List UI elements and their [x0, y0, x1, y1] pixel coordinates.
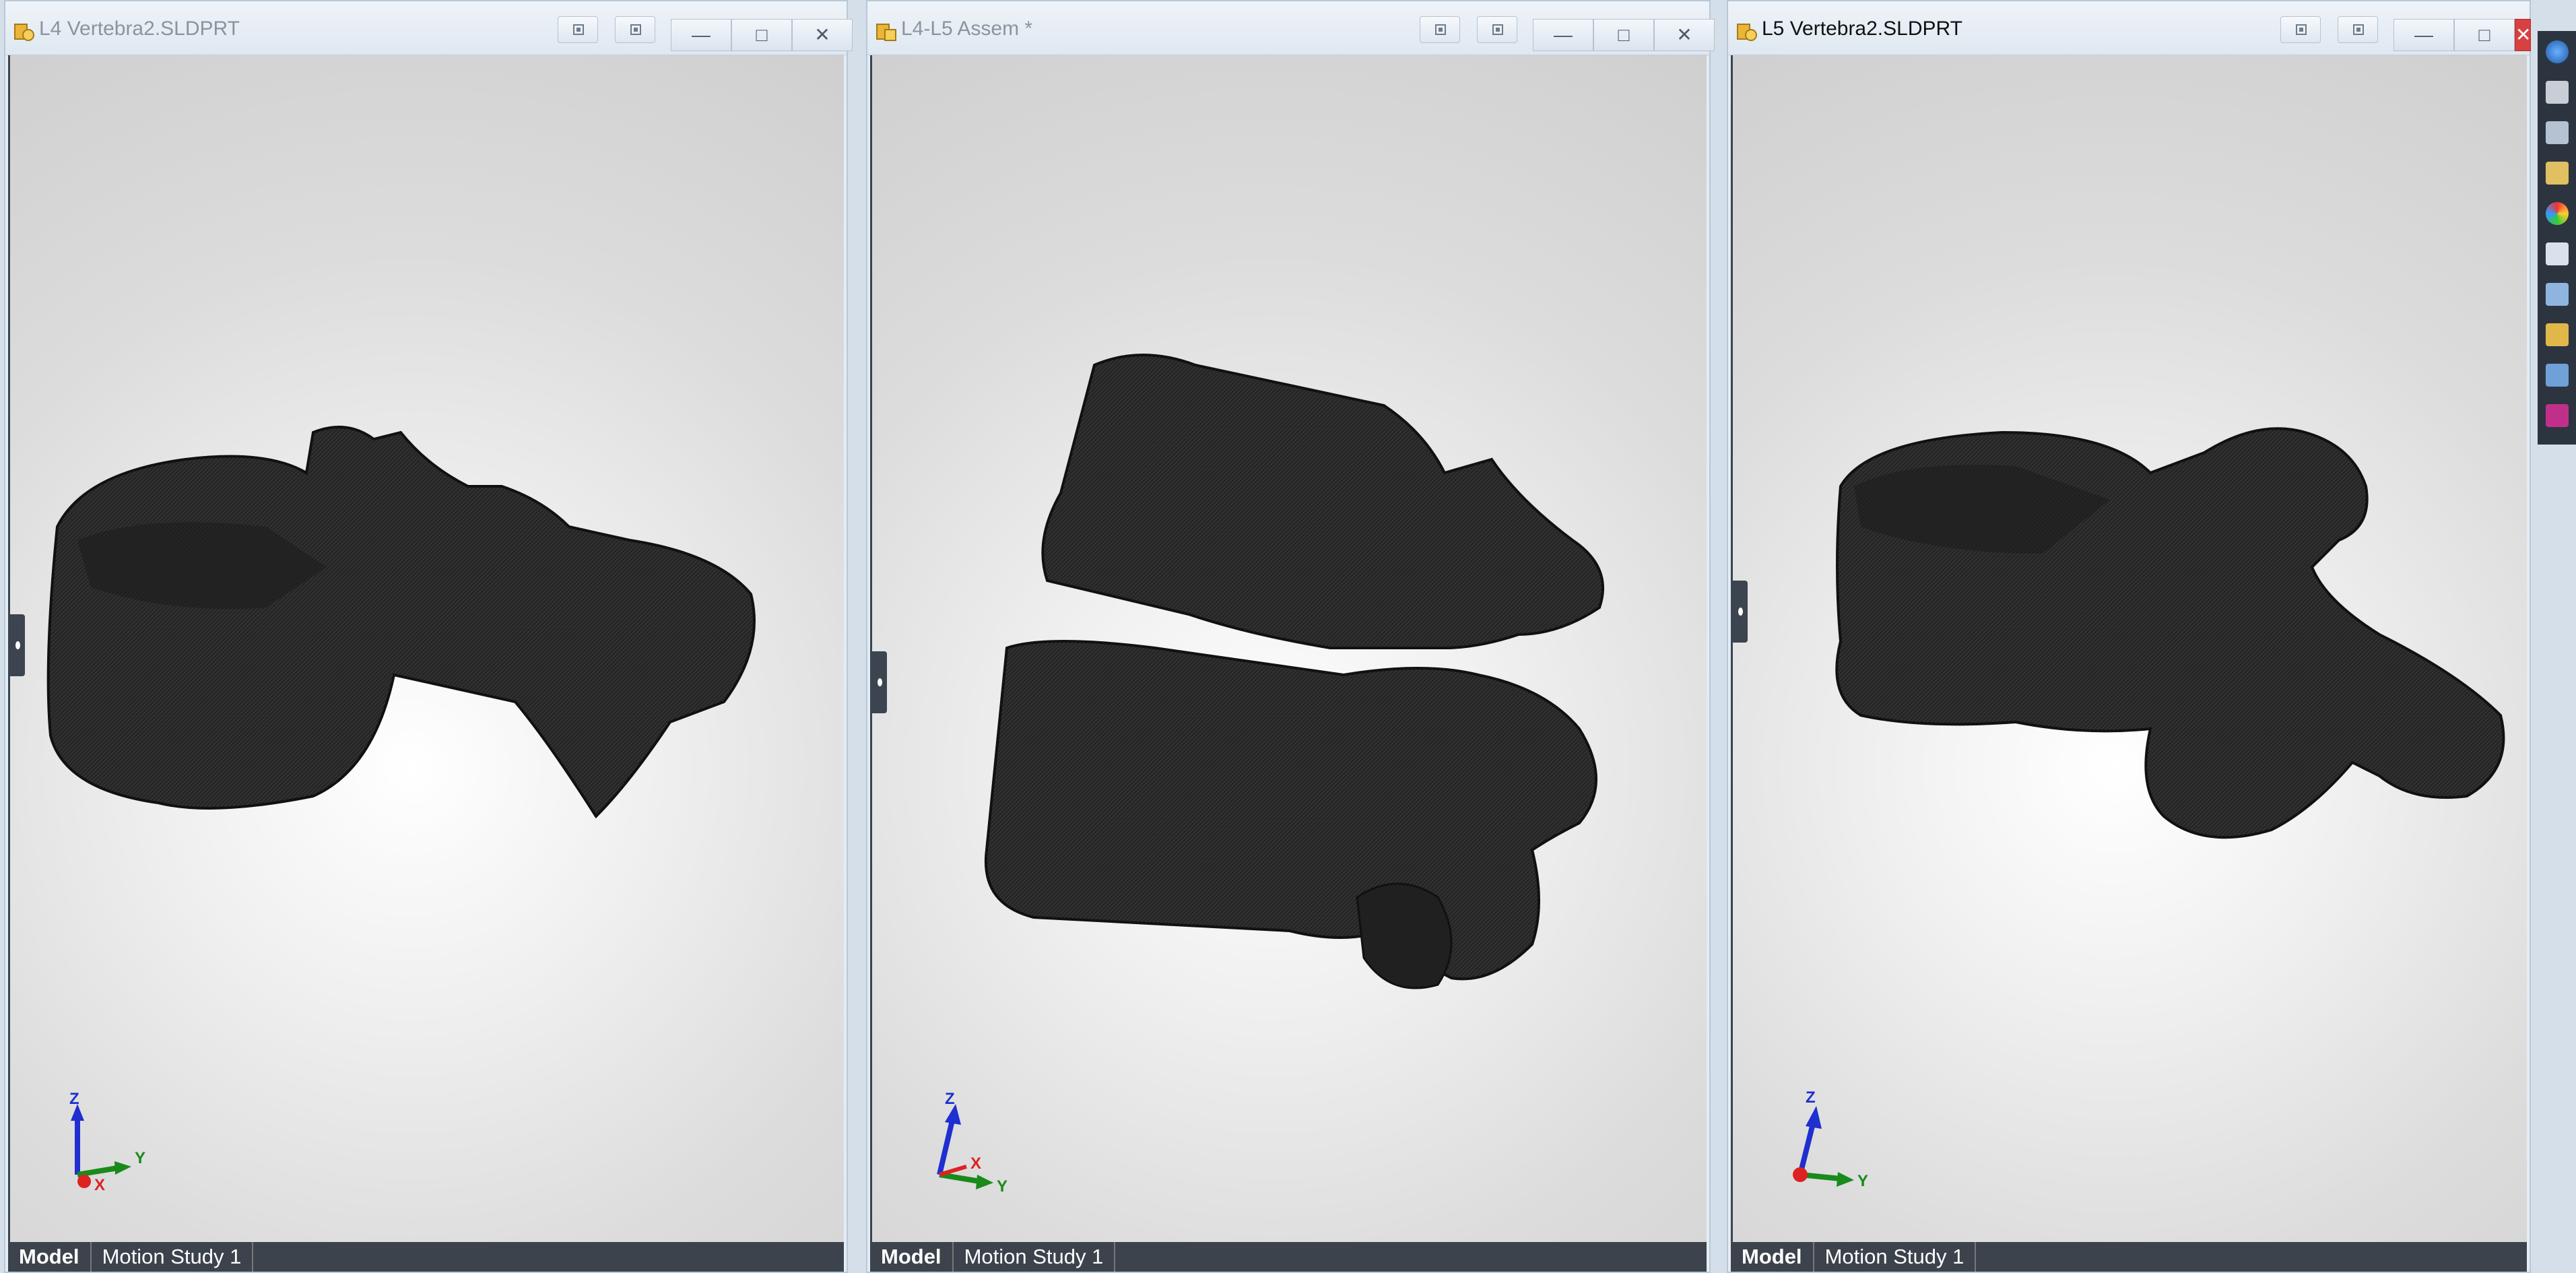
graphics-area[interactable]: Z Y X: [8, 55, 844, 1242]
y-axis-label: Y: [135, 1149, 146, 1167]
tile-vertical-button[interactable]: [1477, 16, 1517, 43]
restore-button[interactable]: □: [1593, 19, 1654, 51]
3dexperience-icon[interactable]: [2546, 404, 2569, 427]
graphics-area[interactable]: Z Y X: [870, 55, 1707, 1242]
close-button[interactable]: ✕: [792, 19, 853, 51]
tile-vertical-button[interactable]: [2338, 16, 2378, 43]
tile-horizontal-button[interactable]: [2280, 16, 2321, 43]
minimize-button[interactable]: —: [2393, 19, 2454, 51]
view-palette-icon[interactable]: [2546, 162, 2569, 185]
appearances-icon[interactable]: [2546, 202, 2569, 225]
window-titlebar[interactable]: L5 Vertebra2.SLDPRT — □ ✕: [1728, 1, 2531, 55]
model-tab-bar: Model Motion Study 1: [1731, 1242, 2527, 1272]
l4-vertebra-model[interactable]: [10, 55, 844, 1242]
coordinate-triad: Z Y: [1773, 1088, 1901, 1202]
model-tab-bar: Model Motion Study 1: [870, 1242, 1707, 1272]
tab-motion-study[interactable]: Motion Study 1: [954, 1242, 1116, 1272]
tab-model[interactable]: Model: [8, 1242, 92, 1272]
tile-vertical-button[interactable]: [615, 16, 655, 43]
document-window-l4[interactable]: L4 Vertebra2.SLDPRT — □ ✕ Z Y X Model Mo…: [4, 0, 853, 1273]
part-document-icon: [1737, 24, 1757, 41]
close-button[interactable]: ✕: [1654, 19, 1715, 51]
solidworks-resources-icon[interactable]: [2546, 40, 2569, 63]
coordinate-triad: Z Y X: [913, 1090, 1041, 1202]
file-explorer-icon[interactable]: [2546, 121, 2569, 144]
document-window-l5[interactable]: L5 Vertebra2.SLDPRT — □ ✕ Z Y Model Moti…: [1727, 0, 2531, 1273]
tab-model[interactable]: Model: [1731, 1242, 1814, 1272]
tile-horizontal-button[interactable]: [558, 16, 598, 43]
coordinate-triad: Z Y X: [51, 1090, 178, 1202]
forum-icon[interactable]: [2546, 283, 2569, 306]
window-title: L5 Vertebra2.SLDPRT: [1762, 18, 1962, 40]
minimize-button[interactable]: —: [1533, 19, 1593, 51]
window-titlebar[interactable]: L4 Vertebra2.SLDPRT — □ ✕: [5, 1, 853, 55]
window-title: L4 Vertebra2.SLDPRT: [39, 18, 240, 40]
triad-icon: [1793, 1106, 1854, 1187]
assembly-document-icon: [876, 24, 896, 41]
l5-vertebra-model[interactable]: [1733, 55, 2527, 1242]
window-title: L4-L5 Assem *: [901, 18, 1033, 40]
y-axis-label: Y: [1857, 1172, 1869, 1190]
triad-icon: [71, 1104, 131, 1188]
custom-properties-icon[interactable]: [2546, 242, 2569, 265]
restore-button[interactable]: □: [731, 19, 792, 51]
triad-icon: [937, 1104, 993, 1189]
3d-content-icon[interactable]: [2546, 364, 2569, 387]
tab-model[interactable]: Model: [870, 1242, 954, 1272]
tab-motion-study[interactable]: Motion Study 1: [92, 1242, 254, 1272]
tab-motion-study[interactable]: Motion Study 1: [1814, 1242, 1977, 1272]
toolbox-icon[interactable]: [2546, 323, 2569, 346]
part-document-icon: [14, 24, 34, 41]
restore-button[interactable]: □: [2454, 19, 2515, 51]
graphics-area[interactable]: Z Y: [1731, 55, 2527, 1242]
document-window-assembly[interactable]: L4-L5 Assem * — □ ✕ Z Y X Model Motion S…: [866, 0, 1715, 1273]
window-titlebar[interactable]: L4-L5 Assem * — □ ✕: [867, 1, 1715, 55]
minimize-button[interactable]: —: [671, 19, 731, 51]
z-axis-label: Z: [1806, 1088, 1816, 1107]
model-tab-bar: Model Motion Study 1: [8, 1242, 844, 1272]
tile-horizontal-button[interactable]: [1420, 16, 1460, 43]
z-axis-label: Z: [945, 1090, 955, 1108]
z-axis-label: Z: [69, 1090, 79, 1108]
design-library-icon[interactable]: [2546, 81, 2569, 104]
y-axis-label: Y: [997, 1177, 1008, 1196]
task-pane-tabs: [2538, 31, 2576, 445]
close-button[interactable]: ✕: [2515, 19, 2531, 51]
x-axis-label: X: [94, 1176, 106, 1194]
x-axis-label: X: [970, 1154, 982, 1173]
l4-l5-assembly-model[interactable]: [872, 55, 1707, 1242]
